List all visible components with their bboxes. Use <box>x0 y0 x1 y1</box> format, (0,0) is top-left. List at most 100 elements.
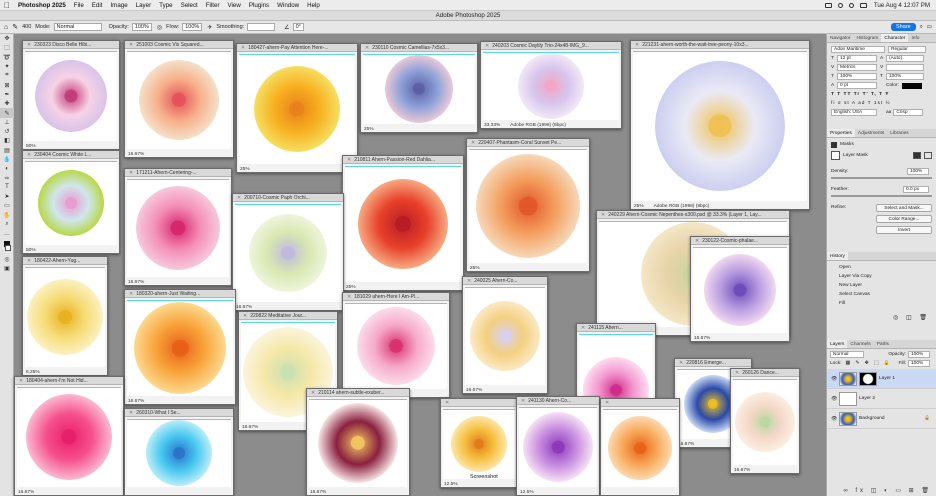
airbrush-icon[interactable]: ✈ <box>207 24 212 31</box>
horizontal-scale-field[interactable]: 100% <box>886 73 924 80</box>
document-tab[interactable]: ✕ 230122-Cosmic-phalae... <box>691 237 789 245</box>
blend-mode-select[interactable]: Normal <box>830 351 864 358</box>
document-window[interactable]: ✕ 180404-ahern-I'm Not Hid... 16.67% <box>14 376 124 496</box>
document-window[interactable]: ✕ 230122-Cosmic-phalae... 16.67% <box>690 236 790 342</box>
document-tab[interactable]: ✕ 220822 Meditative Jour... <box>239 312 337 320</box>
mode-select[interactable]: Normal <box>53 23 102 31</box>
eraser-tool-icon[interactable]: ◧ <box>0 136 14 145</box>
close-icon[interactable]: ✕ <box>605 400 609 406</box>
document-canvas[interactable] <box>345 303 447 389</box>
document-tab[interactable]: ✕ 181029 ahern-Here I Am-Pl... <box>343 293 449 301</box>
menu-help[interactable]: Help <box>307 2 320 9</box>
document-window[interactable]: ✕ 230404 Cosmic White L... 50% <box>22 150 120 254</box>
document-window[interactable]: ✕ 181029 ahern-Here I Am-Pl... <box>342 292 450 398</box>
leading-field[interactable]: (Auto) <box>886 55 924 62</box>
layer-mask-thumbnail[interactable] <box>859 371 877 386</box>
document-canvas[interactable] <box>25 161 117 245</box>
document-tab[interactable]: ✕ 230404 Cosmic White L... <box>23 151 119 159</box>
history-item[interactable]: New Layer <box>827 281 936 290</box>
document-window[interactable]: ✕ 230110 Cosmic Camellias-7x5x3... 25% <box>360 43 478 133</box>
workspace-icon[interactable]: ▭ <box>927 24 932 30</box>
screen-mode-icon[interactable]: ▣ <box>0 264 14 273</box>
visibility-eye-icon[interactable]: 👁 <box>831 416 839 422</box>
document-canvas[interactable] <box>633 51 807 201</box>
font-style-select[interactable]: Regular <box>888 46 926 53</box>
gradient-tool-icon[interactable]: ▤ <box>0 146 14 155</box>
layer-opacity-field[interactable]: 100% <box>908 351 930 358</box>
tab-histogram[interactable]: Histogram <box>854 34 882 42</box>
menu-view[interactable]: View <box>228 2 241 9</box>
document-tab[interactable]: ✕ 241130 Ahern-Co... <box>517 397 599 405</box>
invert-button[interactable]: Invert <box>876 225 932 234</box>
angle-field[interactable]: 0° <box>292 23 304 31</box>
tab-properties[interactable]: Properties <box>827 129 855 137</box>
select-and-mask-button[interactable]: Select and Mask... <box>876 203 932 212</box>
pixel-mask-icon[interactable] <box>913 151 921 159</box>
blur-tool-icon[interactable]: 💧 <box>0 155 14 164</box>
antialias-select[interactable]: Crisp <box>893 109 924 116</box>
document-window[interactable]: ✕ <box>600 398 680 496</box>
document-tab[interactable]: ✕ 220407-Phantasm-Coral Sunset Pe... <box>467 139 589 147</box>
document-tab[interactable]: ✕ 210114 ahern-subtle-exuber... <box>307 389 409 397</box>
document-window[interactable]: ✕ 210114 ahern-subtle-exuber... 16.67% <box>306 388 410 496</box>
feather-field[interactable]: 0.0 px <box>903 186 929 193</box>
document-window[interactable]: ✕ 240025 Ahern-Co... 16.67% <box>462 276 548 394</box>
search-icon[interactable]: ⌕ <box>920 24 923 31</box>
menu-type[interactable]: Type <box>159 2 172 9</box>
tab-libraries[interactable]: Libraries <box>887 129 911 137</box>
close-icon[interactable]: ✕ <box>581 325 585 331</box>
layer-row[interactable]: 👁 Layer 1 <box>827 369 936 389</box>
brush-size[interactable]: 400 <box>22 24 31 30</box>
close-icon[interactable]: ✕ <box>735 370 739 376</box>
document-canvas[interactable] <box>127 179 229 277</box>
document-canvas[interactable] <box>235 204 341 302</box>
document-window[interactable]: ✕ 180422-Ahern-Yug... 6.25% <box>22 256 108 376</box>
close-icon[interactable]: ✕ <box>347 157 351 163</box>
document-tab[interactable]: ✕ 200710-Cosmic Paph Orchi... <box>233 194 343 202</box>
history-actions[interactable]: ◎ ◫ 🗑 <box>827 314 936 321</box>
path-select-icon[interactable]: ➤ <box>0 192 14 201</box>
close-icon[interactable]: ✕ <box>679 360 683 366</box>
document-tab[interactable]: ✕ 221231-ahern-worth-the-wait-tree-peony-… <box>631 41 809 49</box>
zoom-tool-icon[interactable]: ⌕ <box>0 220 14 229</box>
menu-window[interactable]: Window <box>277 2 299 9</box>
document-tab[interactable]: ✕ 260310-What I Se... <box>125 409 233 417</box>
close-icon[interactable]: ✕ <box>365 45 369 51</box>
document-window[interactable]: ✕ 260126 Dance... 16.67% <box>730 368 800 474</box>
document-canvas[interactable] <box>603 409 677 487</box>
close-icon[interactable]: ✕ <box>237 195 241 201</box>
document-canvas[interactable] <box>363 54 475 124</box>
document-tab[interactable]: ✕ 180404-ahern-I'm Not Hid... <box>15 377 123 385</box>
vertical-scale-field[interactable]: 100% <box>837 73 877 80</box>
close-icon[interactable]: ✕ <box>129 42 133 48</box>
smoothing-field[interactable] <box>247 23 276 31</box>
close-icon[interactable]: ✕ <box>311 390 315 396</box>
layer-row[interactable]: 👁 Background 🔒 <box>827 409 936 429</box>
background-color-swatch[interactable] <box>5 244 11 251</box>
tab-layers[interactable]: Layers <box>827 340 848 348</box>
document-tab[interactable]: ✕ 230323 Disco Belle Hibi... <box>23 41 119 49</box>
menu-layer[interactable]: Layer <box>136 2 151 9</box>
color-range-button[interactable]: Color Range... <box>876 214 932 223</box>
history-item[interactable]: Open <box>827 263 936 272</box>
close-icon[interactable]: ✕ <box>241 45 245 51</box>
close-icon[interactable]: ✕ <box>635 42 639 48</box>
font-family-select[interactable]: Adon Maritime <box>831 46 885 53</box>
wifi-icon[interactable] <box>837 2 843 8</box>
menu-file[interactable]: File <box>74 2 84 9</box>
close-icon[interactable]: ✕ <box>471 140 475 146</box>
document-tab[interactable]: ✕ 240025 Ahern-Co... <box>463 277 547 285</box>
search-icon[interactable] <box>848 2 854 8</box>
document-canvas[interactable] <box>443 409 515 479</box>
document-tab[interactable]: ✕ 230110 Cosmic Camellias-7x5x3... <box>361 44 477 52</box>
hand-tool-icon[interactable]: ✋ <box>0 211 14 220</box>
document-canvas[interactable] <box>127 51 231 149</box>
close-icon[interactable]: ✕ <box>467 278 471 284</box>
document-tab[interactable]: ✕ 210811 Ahern-Passion-Red Dahlia... <box>343 156 463 164</box>
close-icon[interactable]: ✕ <box>27 152 31 158</box>
feather-slider[interactable] <box>831 195 932 197</box>
tab-adjustments[interactable]: Adjustments <box>855 129 887 137</box>
menubar-clock[interactable]: Tue Aug 4 12:07 PM <box>874 2 930 9</box>
history-item[interactable]: Select Canvas <box>827 290 936 299</box>
healing-tool-icon[interactable]: ✚ <box>0 99 14 108</box>
